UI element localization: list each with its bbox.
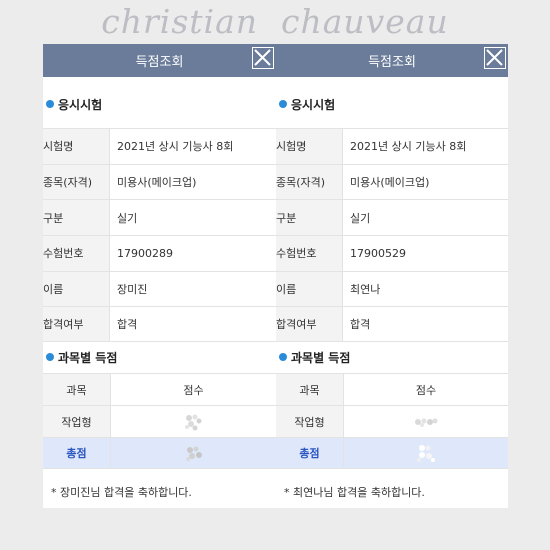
blurred-score-icon bbox=[415, 418, 438, 427]
row-value: 미용사(메이크업) bbox=[117, 176, 197, 190]
row-label: 종목(자격) bbox=[276, 164, 343, 200]
row-value: 17900289 bbox=[117, 246, 173, 260]
row-label: 이름 bbox=[43, 271, 110, 307]
subject-header: 과목 bbox=[276, 374, 344, 405]
row-value: 실기 bbox=[117, 211, 138, 225]
row-label: 수험번호 bbox=[276, 236, 343, 271]
score-header-row: 과목 점수 bbox=[43, 373, 276, 405]
bullet-icon bbox=[46, 100, 54, 108]
table-row: 수험번호 17900529 bbox=[276, 235, 508, 271]
subject-name: 작업형 bbox=[276, 406, 344, 437]
section-exam-label: 응시시험 bbox=[291, 97, 336, 112]
panel-title: 득점조회 bbox=[368, 55, 416, 70]
score-table: 과목 점수 작업형 총점 bbox=[43, 373, 276, 469]
table-row: 이름 장미진 bbox=[43, 270, 276, 307]
total-row: 총점 bbox=[43, 437, 276, 469]
row-label: 합격여부 bbox=[276, 307, 343, 342]
watermark-text: christian chauveau bbox=[101, 2, 449, 41]
table-row: 시험명 2021년 상시 기능사 8회 bbox=[43, 128, 276, 164]
row-label: 시험명 bbox=[43, 129, 110, 164]
row-label: 구분 bbox=[276, 200, 343, 236]
section-score-label: 과목별 득점 bbox=[58, 350, 118, 365]
row-value: 실기 bbox=[350, 211, 371, 225]
blurred-score-icon bbox=[417, 445, 435, 462]
row-value: 장미진 bbox=[117, 283, 148, 297]
congrats-message: * 최연나님 합격을 축하합니다. bbox=[284, 486, 425, 499]
score-row: 작업형 bbox=[43, 405, 276, 437]
row-label: 이름 bbox=[276, 271, 343, 307]
score-panel-2: 득점조회 응시시험 시험명 2021년 상시 기능사 8회 종목(자격) 미용사(메… bbox=[276, 44, 508, 508]
table-row: 구분 실기 bbox=[43, 199, 276, 236]
table-row: 구분 실기 bbox=[276, 199, 508, 236]
row-label: 수험번호 bbox=[43, 236, 110, 271]
exam-info-table: 시험명 2021년 상시 기능사 8회 종목(자격) 미용사(메이크업) 구분 실기 … bbox=[43, 128, 276, 343]
subject-header: 과목 bbox=[43, 374, 111, 405]
table-row: 이름 최연나 bbox=[276, 270, 508, 307]
panel-header: 득점조회 bbox=[43, 44, 276, 77]
row-value: 미용사(메이크업) bbox=[350, 176, 430, 190]
row-label: 시험명 bbox=[276, 129, 343, 164]
section-exam: 응시시험 bbox=[46, 96, 102, 112]
row-value: 합격 bbox=[350, 318, 371, 332]
row-label: 종목(자격) bbox=[43, 164, 110, 200]
section-exam: 응시시험 bbox=[279, 96, 335, 112]
score-header: 점수 bbox=[183, 383, 204, 397]
total-label: 총점 bbox=[276, 438, 344, 468]
table-row: 합격여부 합격 bbox=[276, 306, 508, 343]
subject-name: 작업형 bbox=[43, 406, 111, 437]
table-row: 수험번호 17900289 bbox=[43, 235, 276, 271]
score-header: 점수 bbox=[415, 383, 437, 397]
bullet-icon bbox=[279, 353, 287, 361]
row-value: 2021년 상시 기능사 8회 bbox=[350, 140, 467, 154]
panel-title: 득점조회 bbox=[135, 55, 184, 70]
row-value: 17900529 bbox=[350, 246, 406, 260]
section-score: 과목별 득점 bbox=[279, 349, 350, 365]
exam-info-table: 시험명 2021년 상시 기능사 8회 종목(자격) 미용사(메이크업) 구분 실기 … bbox=[276, 128, 508, 343]
section-score-label: 과목별 득점 bbox=[291, 350, 351, 365]
close-icon[interactable] bbox=[484, 47, 506, 69]
score-row: 작업형 bbox=[276, 405, 508, 437]
congrats-message: * 장미진님 합격을 축하합니다. bbox=[51, 486, 192, 499]
blurred-score-icon bbox=[185, 446, 202, 461]
table-row: 합격여부 합격 bbox=[43, 306, 276, 343]
section-score: 과목별 득점 bbox=[46, 349, 117, 365]
bullet-icon bbox=[46, 353, 54, 361]
score-panel-1: 득점조회 응시시험 시험명 2021년 상시 기능사 8회 종목(자격) 미용사(메… bbox=[43, 44, 276, 508]
score-header-row: 과목 점수 bbox=[276, 373, 508, 405]
table-row: 종목(자격) 미용사(메이크업) bbox=[43, 163, 276, 200]
blurred-score-icon bbox=[184, 414, 201, 430]
section-exam-label: 응시시험 bbox=[58, 97, 103, 112]
table-row: 시험명 2021년 상시 기능사 8회 bbox=[276, 128, 508, 164]
table-row: 종목(자격) 미용사(메이크업) bbox=[276, 163, 508, 200]
total-label: 총점 bbox=[43, 438, 111, 468]
score-table: 과목 점수 작업형 총점 bbox=[276, 373, 508, 469]
row-label: 합격여부 bbox=[43, 307, 110, 342]
row-label: 구분 bbox=[43, 200, 110, 236]
row-value: 최연나 bbox=[350, 283, 381, 297]
panel-header: 득점조회 bbox=[276, 44, 508, 77]
total-row: 총점 bbox=[276, 437, 508, 469]
close-icon[interactable] bbox=[252, 47, 274, 69]
bullet-icon bbox=[279, 100, 287, 108]
row-value: 2021년 상시 기능사 8회 bbox=[117, 140, 234, 154]
row-value: 합격 bbox=[117, 318, 138, 332]
